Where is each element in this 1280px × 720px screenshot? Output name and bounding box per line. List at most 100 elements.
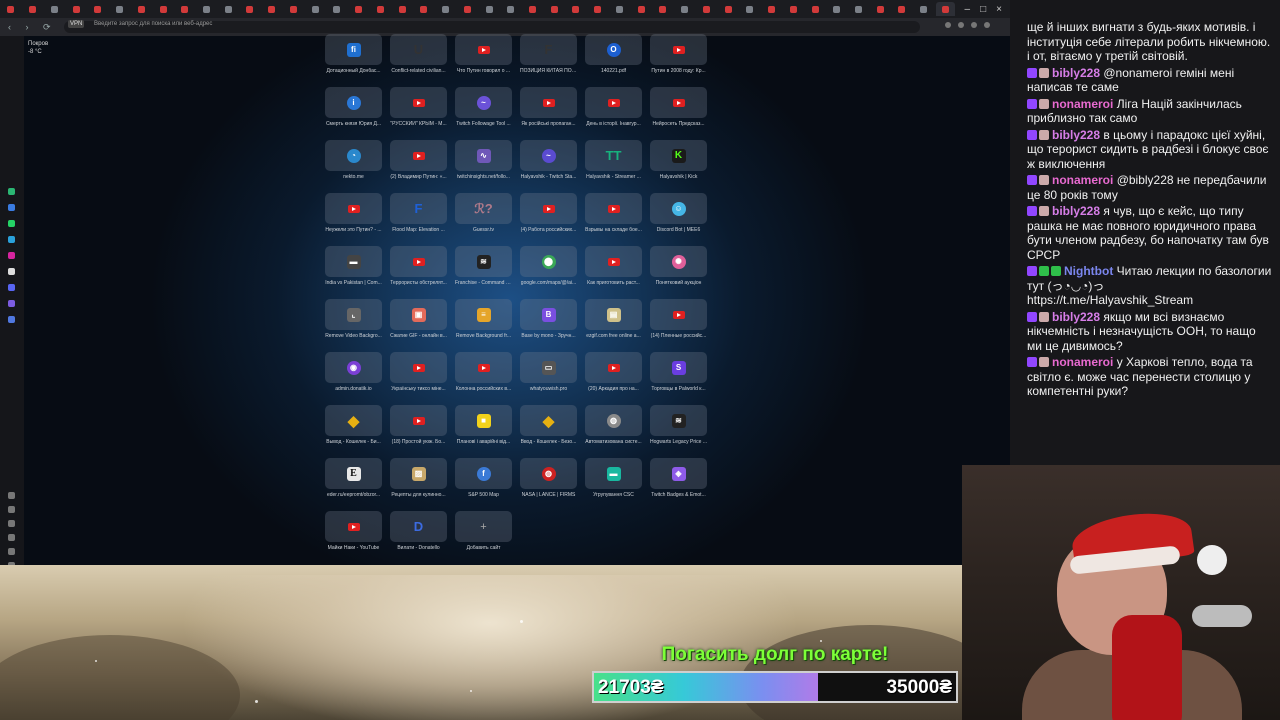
tile-thumbnail[interactable]: F: [390, 193, 447, 224]
tile-thumbnail[interactable]: ☺: [650, 193, 707, 224]
sidebar-x-icon[interactable]: [8, 268, 15, 275]
browser-tab[interactable]: [892, 2, 912, 16]
tile-thumbnail[interactable]: ◆: [325, 405, 382, 436]
tile-thumbnail[interactable]: [390, 352, 447, 383]
tile-thumbnail[interactable]: ⬤: [520, 246, 577, 277]
browser-tab[interactable]: [327, 2, 347, 16]
browser-tab[interactable]: [870, 2, 890, 16]
tile-thumbnail[interactable]: [455, 34, 512, 65]
browser-tab[interactable]: [131, 2, 151, 16]
tile-thumbnail[interactable]: fi: [325, 34, 382, 65]
speed-dial-tile[interactable]: ◍ NASA | LANCE | FIRMS: [520, 458, 577, 498]
speed-dial-tile[interactable]: ⌞ Remove Video Backgro...: [325, 299, 382, 339]
browser-tab[interactable]: [175, 2, 195, 16]
browser-tab[interactable]: [653, 2, 673, 16]
browser-tab[interactable]: [762, 2, 782, 16]
browser-tab[interactable]: [783, 2, 803, 16]
tile-thumbnail[interactable]: S: [650, 352, 707, 383]
speed-dial-tile[interactable]: K Halyavshik | Kick: [650, 140, 707, 180]
speed-dial-tile[interactable]: Взрывы на складе бое...: [585, 193, 642, 233]
sidebar-messenger-icon[interactable]: [8, 204, 15, 211]
browser-tab[interactable]: [1, 2, 21, 16]
tile-thumbnail[interactable]: E: [325, 458, 382, 489]
minimize-button[interactable]: –: [965, 4, 971, 15]
tile-thumbnail[interactable]: f: [455, 458, 512, 489]
browser-tab[interactable]: [457, 2, 477, 16]
speed-dial-tile[interactable]: i Смерть князя Юрия Д...: [325, 87, 382, 127]
speed-dial-tile[interactable]: ■ Планові і аварійні від...: [455, 405, 512, 445]
speed-dial-tile[interactable]: F Flood Map: Elevation ...: [390, 193, 447, 233]
speed-dial-tile[interactable]: ∿ twitchinsights.net/follo...: [455, 140, 512, 180]
tile-thumbnail[interactable]: ~: [520, 140, 577, 171]
speed-dial-tile[interactable]: Українську тиксо міне...: [390, 352, 447, 392]
tile-thumbnail[interactable]: [390, 140, 447, 171]
tile-thumbnail[interactable]: ▤: [585, 299, 642, 330]
tile-thumbnail[interactable]: [325, 193, 382, 224]
speed-dial-tile[interactable]: ▣ Сжатие GIF - онлайн в...: [390, 299, 447, 339]
tile-thumbnail[interactable]: [585, 193, 642, 224]
speed-dial-tile[interactable]: ~ Halyavshik - Twitch Sta...: [520, 140, 577, 180]
tile-thumbnail[interactable]: ◍: [520, 458, 577, 489]
tile-thumbnail[interactable]: ≋: [455, 246, 512, 277]
tile-thumbnail[interactable]: ◆: [520, 405, 577, 436]
browser-tab[interactable]: [153, 2, 173, 16]
browser-tab[interactable]: [501, 2, 521, 16]
browser-tab[interactable]: [523, 2, 543, 16]
tile-thumbnail[interactable]: ◔: [325, 140, 382, 171]
speed-dial-tile[interactable]: U Conflict-related civilian...: [390, 34, 447, 74]
tile-thumbnail[interactable]: B: [520, 299, 577, 330]
speed-dial-tile[interactable]: Як російські пропаган...: [520, 87, 577, 127]
tile-thumbnail[interactable]: [520, 87, 577, 118]
chat-username[interactable]: Nightbot: [1064, 264, 1113, 278]
sidebar-telegram-icon[interactable]: [8, 236, 15, 243]
speed-dial-tile[interactable]: ▬ Угрупування CSC: [585, 458, 642, 498]
tile-thumbnail[interactable]: ◍: [585, 405, 642, 436]
weather-widget[interactable]: Покров -8 °C: [28, 40, 48, 56]
chat-username[interactable]: bibly228: [1052, 204, 1100, 218]
chat-username[interactable]: bibly228: [1052, 128, 1100, 142]
speed-dial-tile[interactable]: ◔ nekto.me: [325, 140, 382, 180]
tile-thumbnail[interactable]: ⌞: [325, 299, 382, 330]
browser-tab[interactable]: [305, 2, 325, 16]
tile-thumbnail[interactable]: [585, 352, 642, 383]
speed-dial-tile[interactable]: F ПОЗИЦИЯ КИТАЯ ПО ...: [520, 34, 577, 74]
tile-thumbnail[interactable]: ✺: [650, 246, 707, 277]
speed-dial-tile[interactable]: Колонна российских в...: [455, 352, 512, 392]
browser-tab[interactable]: [805, 2, 825, 16]
sidebar-history-icon[interactable]: [8, 506, 15, 513]
chat-username[interactable]: nonameroi: [1052, 355, 1113, 369]
speed-dial-tile[interactable]: (20) Аркадия про на...: [585, 352, 642, 392]
speed-dial-tile[interactable]: ≋ Hogwarts Legacy Price ...: [650, 405, 707, 445]
chat-username[interactable]: bibly228: [1052, 310, 1100, 324]
tile-thumbnail[interactable]: [585, 246, 642, 277]
browser-tab[interactable]: [718, 2, 738, 16]
chat-username[interactable]: nonameroi: [1052, 173, 1113, 187]
browser-tab[interactable]: [436, 2, 456, 16]
tile-thumbnail[interactable]: ▨: [390, 458, 447, 489]
browser-tab[interactable]: [414, 2, 434, 16]
speed-dial-tile[interactable]: TT Halyavshik - Streamer ...: [585, 140, 642, 180]
browser-tab[interactable]: [197, 2, 217, 16]
tile-thumbnail[interactable]: ℛ?: [455, 193, 512, 224]
speed-dial-tile[interactable]: (18) Простой уюж. Бо...: [390, 405, 447, 445]
speed-dial-tile[interactable]: ◉ admin.donatik.io: [325, 352, 382, 392]
speed-dial-tile[interactable]: ▬ India vs Pakistan | Com...: [325, 246, 382, 286]
browser-tab[interactable]: [849, 2, 869, 16]
speed-dial-tile[interactable]: ▨ Рецепты для кулинно...: [390, 458, 447, 498]
maximize-button[interactable]: □: [980, 4, 986, 15]
speed-dial-tile[interactable]: ◈ Twitch Badges & Emot...: [650, 458, 707, 498]
speed-dial-tile[interactable]: (14) Пленные российс...: [650, 299, 707, 339]
browser-tab[interactable]: [349, 2, 369, 16]
add-site-tile[interactable]: + Добавить сайт: [455, 511, 512, 551]
browser-tab[interactable]: [610, 2, 630, 16]
speed-dial-tile[interactable]: ~ Twitch Followage Tool ...: [455, 87, 512, 127]
tile-thumbnail[interactable]: K: [650, 140, 707, 171]
browser-tab[interactable]: [566, 2, 586, 16]
speed-dial-tile[interactable]: ≋ Franchise - Command a...: [455, 246, 512, 286]
browser-tab[interactable]: [479, 2, 499, 16]
chat-username[interactable]: nonameroi: [1052, 97, 1113, 111]
speed-dial-tile[interactable]: ☺ Discord Bot | MEE6: [650, 193, 707, 233]
tile-thumbnail[interactable]: [390, 405, 447, 436]
tile-thumbnail[interactable]: U: [390, 34, 447, 65]
browser-tab[interactable]: [240, 2, 260, 16]
